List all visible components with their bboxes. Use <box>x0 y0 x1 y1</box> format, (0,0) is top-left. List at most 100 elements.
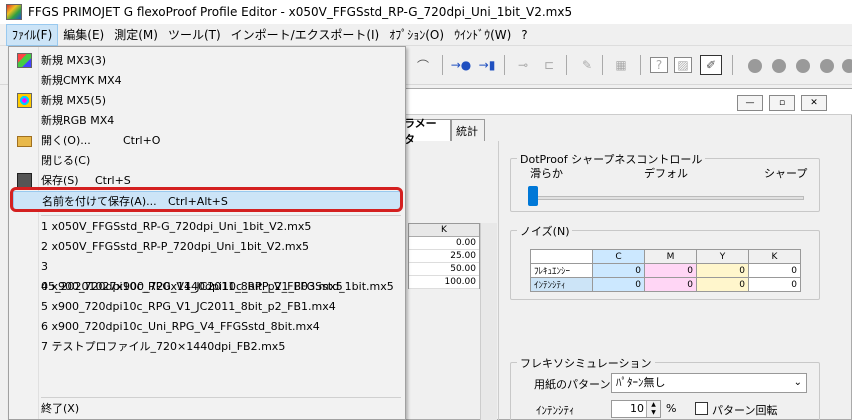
vertical-scrollbar[interactable] <box>480 223 497 420</box>
menu-options[interactable]: ｵﾌﾟｼｮﾝ(O) <box>384 25 449 45</box>
toolbar-separator <box>504 55 505 75</box>
menu-item-exit[interactable]: 終了(X) <box>13 399 401 419</box>
paper-pattern-select[interactable]: ﾊﾟﾀｰﾝ無し ⌄ <box>611 373 807 393</box>
window-title: FFGS PRIMOJET G flexoProof Profile Edito… <box>28 5 573 19</box>
export-arrow-icon[interactable]: →▮ <box>478 57 496 73</box>
toolbar-separator <box>732 55 733 75</box>
noise-col-c: C <box>592 249 645 264</box>
menu-bar: ﾌｧｲﾙ(F) 編集(E) 測定(M) ツール(T) インポート/エクスポート(… <box>0 23 852 46</box>
menu-import-export[interactable]: インポート/エクスポート(I) <box>226 25 385 45</box>
noise-cell[interactable]: 0 <box>748 263 801 278</box>
minimize-icon[interactable]: — <box>737 95 763 111</box>
menu-item-new-mx5[interactable]: 新規 MX5(5) <box>13 91 401 111</box>
undo-link-icon[interactable]: ⊸ <box>514 57 532 73</box>
toolbar-separator <box>442 55 443 75</box>
k-cell[interactable]: 0.00 <box>409 237 479 250</box>
k-cell[interactable]: 25.00 <box>409 250 479 263</box>
menu-measure[interactable]: 測定(M) <box>109 25 163 45</box>
menu-separator <box>41 397 401 398</box>
menu-file[interactable]: ﾌｧｲﾙ(F) <box>6 23 59 46</box>
tab-parameter[interactable]: ラメータ <box>399 117 451 146</box>
noise-cell[interactable]: 0 <box>592 277 645 292</box>
open-folder-icon <box>17 136 32 147</box>
recent-file-item[interactable]: 3 05_20201027x900_720x1440dpi10c_RPP_V1_… <box>13 257 401 293</box>
intensity-value: 10 <box>630 402 644 415</box>
circle-1-icon[interactable] <box>748 59 762 73</box>
circle-4-icon[interactable] <box>820 59 834 73</box>
recent-file-item[interactable]: 4 x900_720dpi10c_RPG_V1_JC2011_8bit_p2_F… <box>13 277 401 297</box>
sharpness-sharp-label: シャープ <box>764 167 808 180</box>
k-table: K 0.00 25.00 50.00 100.00 <box>408 223 480 289</box>
chevron-down-icon: ⌄ <box>793 377 802 388</box>
file-dropdown-menu: 新規 MX3(3) 新規CMYK MX4 新規 MX5(5) 新規RGB MX4… <box>8 46 406 420</box>
k-cell[interactable]: 100.00 <box>409 276 479 289</box>
noise-col-m: M <box>644 249 697 264</box>
noise-col-k: K <box>748 249 801 264</box>
k-column-header: K <box>409 224 479 237</box>
tab-statistics[interactable]: 統計 <box>451 119 485 141</box>
pattern-rotate-checkbox[interactable] <box>695 402 708 415</box>
intensity-label: ｲﾝﾃﾝｼﾃｨ <box>536 404 575 417</box>
import-arrow-icon[interactable]: →● <box>451 57 472 73</box>
app-icon <box>6 4 22 20</box>
circle-2-icon[interactable] <box>772 59 786 73</box>
noise-row-intensity: ｲﾝﾃﾝｼﾃｨ <box>530 277 593 292</box>
recent-file-item[interactable]: 6 x900_720dpi10c_Uni_RPG_V4_FFGSstd_8bit… <box>13 317 401 337</box>
menu-window[interactable]: ｳｲﾝﾄﾞｳ(W) <box>449 25 516 45</box>
menu-item-new-mx3[interactable]: 新規 MX3(3) <box>13 51 401 71</box>
noise-col-y: Y <box>696 249 749 264</box>
back-link-icon[interactable]: ⊏ <box>540 57 558 73</box>
sharpness-slider-thumb[interactable] <box>528 186 538 206</box>
recent-file-item[interactable]: 7 テストプロファイル_720×1440dpi_FB2.mx5 <box>13 337 401 357</box>
spinner-arrows-icon[interactable]: ▲ ▼ <box>646 401 660 417</box>
noise-cell[interactable]: 0 <box>696 263 749 278</box>
menu-help[interactable]: ? <box>516 25 532 45</box>
menu-edit[interactable]: 編集(E) <box>58 25 109 45</box>
noise-row-frequency: ﾌﾚｷｭｴﾝｼｰ <box>530 263 593 278</box>
menu-item-open[interactable]: 開く(O)... Ctrl+O <box>13 131 401 151</box>
recent-file-item[interactable]: 2 x050V_FFGSstd_RP-P_720dpi_Uni_1bit_V2.… <box>13 237 401 257</box>
help-box-icon[interactable]: ? <box>650 57 668 73</box>
noise-cell[interactable]: 0 <box>748 277 801 292</box>
recent-file-item[interactable]: 1 x050V_FFGSstd_RP-G_720dpi_Uni_1bit_V2.… <box>13 217 401 237</box>
toolbar-separator <box>640 55 641 75</box>
image-box-icon[interactable]: ▨ <box>674 57 692 73</box>
toolbar-separator <box>602 55 603 75</box>
menu-item-close[interactable]: 閉じる(C) <box>13 151 401 171</box>
k-cell[interactable]: 50.00 <box>409 263 479 276</box>
curve-tool-icon[interactable]: ⌒ <box>414 57 432 73</box>
menu-tools[interactable]: ツール(T) <box>163 25 226 45</box>
noise-corner-cell <box>530 249 593 264</box>
grid-icon[interactable]: ▦ <box>612 57 630 73</box>
flexo-title: フレキソシミュレーション <box>517 355 655 371</box>
edit-pressed-icon[interactable]: ✐ <box>700 55 722 75</box>
restore-icon[interactable]: ▫ <box>769 95 795 111</box>
sharpness-default-label: デフォル <box>644 167 688 180</box>
noise-cell[interactable]: 0 <box>696 277 749 292</box>
new-mx3-icon <box>17 53 32 68</box>
menu-item-new-rgb[interactable]: 新規RGB MX4 <box>13 111 401 131</box>
noise-title: ノイズ(N) <box>517 223 573 239</box>
circle-5-icon[interactable] <box>842 59 852 73</box>
menu-separator <box>41 215 401 216</box>
paper-pattern-label: 用紙のパターン <box>534 378 611 391</box>
child-title-bar: — ▫ ✕ <box>381 89 852 115</box>
new-mx5-icon <box>17 93 32 108</box>
title-bar: FFGS PRIMOJET G flexoProof Profile Edito… <box>0 0 852 24</box>
noise-cell[interactable]: 0 <box>592 263 645 278</box>
pattern-rotate-label: パターン回転 <box>712 404 778 417</box>
pen-tool-icon[interactable]: ✎ <box>578 57 596 73</box>
close-icon[interactable]: ✕ <box>801 95 827 111</box>
menu-item-new-cmyk[interactable]: 新規CMYK MX4 <box>13 71 401 91</box>
save-as-highlight-annotation <box>10 187 403 212</box>
noise-cell[interactable]: 0 <box>644 263 697 278</box>
intensity-spinner[interactable]: 10 ▲ ▼ <box>611 400 661 418</box>
noise-cell[interactable]: 0 <box>644 277 697 292</box>
toolbar-separator <box>566 55 567 75</box>
sharpness-slider-track[interactable] <box>532 196 804 200</box>
paper-pattern-value: ﾊﾟﾀｰﾝ無し <box>616 376 666 389</box>
circle-3-icon[interactable] <box>796 59 810 73</box>
save-disk-icon <box>17 173 32 188</box>
recent-file-item[interactable]: 5 x900_720dpi10c_RPG_V1_JC2011_8bit_p2_F… <box>13 297 401 317</box>
percent-label: % <box>666 402 677 415</box>
